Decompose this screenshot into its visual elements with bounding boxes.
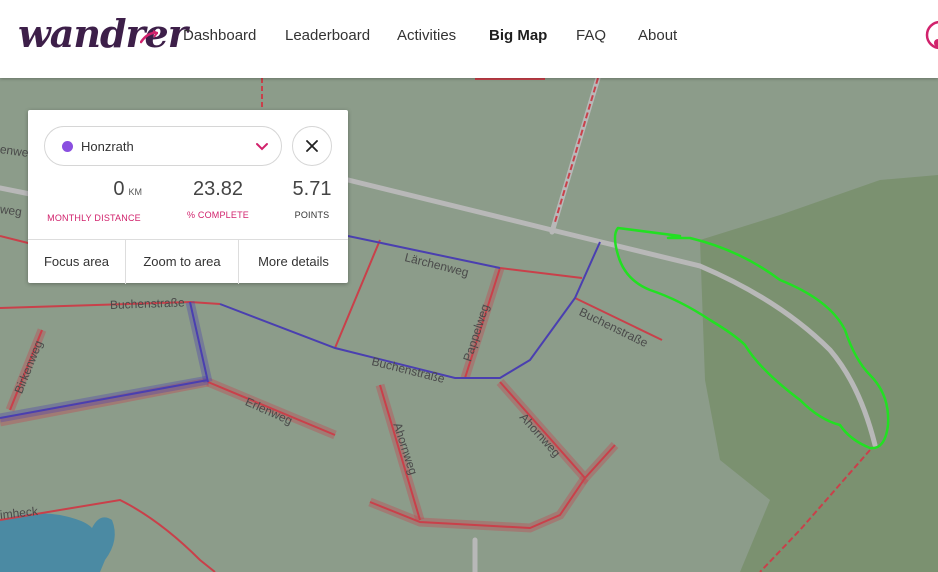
chevron-down-icon bbox=[256, 143, 268, 151]
nav-leaderboard[interactable]: Leaderboard bbox=[285, 27, 370, 44]
close-icon bbox=[306, 140, 318, 152]
monthly-distance-label: MONTHLY DISTANCE bbox=[47, 213, 141, 223]
nav-dashboard[interactable]: Dashboard bbox=[183, 27, 256, 44]
monthly-distance-unit: KM bbox=[128, 187, 143, 197]
percent-complete-value: 23.82 bbox=[192, 178, 244, 200]
stat-percent-complete: 23.82 % COMPLETE bbox=[178, 176, 258, 220]
street-label-buchenstrasse-west: Buchenstraße bbox=[109, 295, 185, 312]
nav-activities[interactable]: Activities bbox=[397, 27, 456, 44]
close-button[interactable] bbox=[292, 126, 332, 166]
more-details-button[interactable]: More details bbox=[239, 240, 348, 284]
panel-actions: Focus area Zoom to area More details bbox=[28, 239, 348, 284]
area-selector-dropdown[interactable]: Honzrath bbox=[44, 126, 282, 166]
nav-faq[interactable]: FAQ bbox=[576, 27, 606, 44]
stat-monthly-distance: 0 KM MONTHLY DISTANCE bbox=[44, 176, 144, 223]
area-info-panel: Honzrath 0 KM MONTHLY DISTANCE 23.82 % CO… bbox=[28, 110, 348, 284]
stat-points: 5.71 POINTS bbox=[286, 176, 338, 220]
points-label: POINTS bbox=[294, 210, 330, 220]
nav-about[interactable]: About bbox=[638, 27, 677, 44]
percent-complete-label: % COMPLETE bbox=[186, 210, 249, 220]
points-value: 5.71 bbox=[292, 178, 332, 200]
focus-area-button[interactable]: Focus area bbox=[28, 240, 126, 284]
profile-avatar-icon[interactable] bbox=[924, 19, 938, 51]
nav-big-map[interactable]: Big Map bbox=[489, 27, 547, 44]
area-name: Honzrath bbox=[81, 139, 134, 154]
street-label-left-mid: weg bbox=[0, 202, 23, 219]
lake bbox=[0, 513, 115, 572]
wandrer-logo[interactable]: wandrer bbox=[18, 10, 188, 58]
zoom-to-area-button[interactable]: Zoom to area bbox=[126, 240, 239, 284]
area-color-dot bbox=[62, 141, 73, 152]
logo-swoosh-icon bbox=[140, 30, 158, 44]
top-navigation-bar: wandrer Dashboard Leaderboard Activities… bbox=[0, 0, 938, 78]
monthly-distance-value: 0 bbox=[113, 178, 125, 200]
